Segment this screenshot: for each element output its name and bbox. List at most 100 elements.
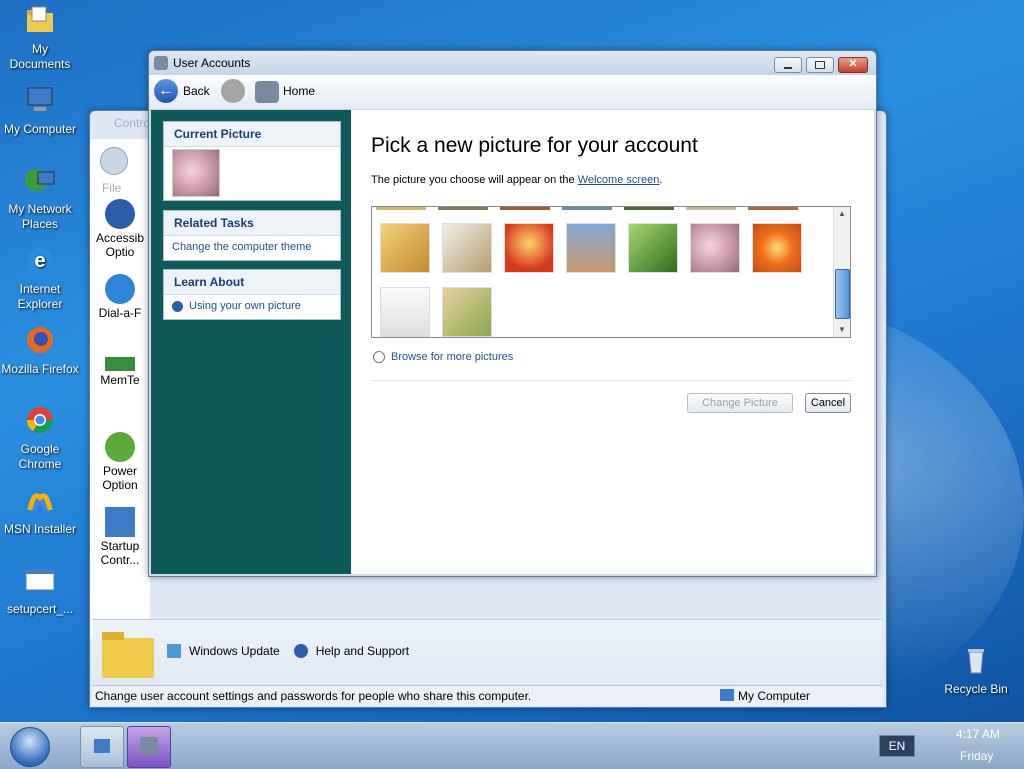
gallery-scrollbar[interactable]: ▲ ▼ xyxy=(833,207,850,337)
scroll-thumb[interactable] xyxy=(835,269,850,319)
related-tasks-panel: Related Tasks Change the computer theme xyxy=(163,210,341,261)
svg-text:e: e xyxy=(34,250,45,272)
current-picture-header: Current Picture xyxy=(164,122,340,147)
cancel-button[interactable]: Cancel xyxy=(805,393,851,413)
cp-item-accessibility[interactable]: Accessib Optio xyxy=(90,199,150,274)
desktop-icon-label: Recycle Bin xyxy=(944,682,1008,696)
learn-about-header: Learn About xyxy=(164,270,340,295)
picture-silhouette[interactable] xyxy=(504,223,554,273)
help-support-link[interactable]: Help and Support xyxy=(316,644,409,658)
home-icon xyxy=(255,81,279,103)
user-accounts-window[interactable]: User Accounts ✕ ← Back Home Current Pict… xyxy=(148,50,877,577)
ie-icon: e xyxy=(28,248,52,272)
desktop-icon-setupcert[interactable]: setupcert_... xyxy=(0,564,80,617)
desktop-icon-label: Internet Explorer xyxy=(17,282,63,311)
control-panel-icon xyxy=(94,739,110,753)
desktop-icon-label: My Network Places xyxy=(8,202,72,231)
cp-item-memtest[interactable]: MemTe xyxy=(90,357,150,432)
desktop-icon-label: My Computer xyxy=(3,122,77,136)
power-icon xyxy=(105,432,135,462)
desktop-icon-msn-installer[interactable]: MSN Installer xyxy=(0,484,80,537)
gear-icon xyxy=(105,274,135,304)
cp-item-dial[interactable]: Dial-a-F xyxy=(90,274,150,349)
picture-bass-clef[interactable] xyxy=(380,223,430,273)
cp-item-power[interactable]: Power Option xyxy=(90,432,150,507)
desktop-icon-my-computer[interactable]: My Computer xyxy=(0,84,80,137)
picture-gallery[interactable]: ▲ ▼ xyxy=(371,206,851,338)
user-accounts-icon xyxy=(154,56,168,70)
home-button[interactable]: Home xyxy=(283,84,315,98)
start-button[interactable] xyxy=(10,727,50,767)
navigation-bar: ← Back Home xyxy=(149,75,876,110)
cp-item-label: Dial-a-F xyxy=(98,306,142,320)
current-picture-panel: Current Picture xyxy=(163,121,341,201)
desktop-icon-my-documents[interactable]: My Documents xyxy=(0,4,80,72)
forward-arrow-icon xyxy=(221,79,245,103)
minimize-button[interactable] xyxy=(774,57,802,73)
browse-pictures-link[interactable]: Browse for more pictures xyxy=(391,351,513,363)
status-location: My Computer xyxy=(738,689,811,703)
scroll-down-arrow-icon[interactable]: ▼ xyxy=(834,323,850,337)
desktop-icon-label: setupcert_... xyxy=(6,602,74,616)
learn-about-panel: Learn About Using your own picture xyxy=(163,269,341,320)
description-text: The picture you choose will appear on th… xyxy=(371,174,575,186)
welcome-screen-link[interactable]: Welcome screen xyxy=(578,174,660,186)
picture-daisy[interactable] xyxy=(752,223,802,273)
window-title: User Accounts xyxy=(173,56,251,70)
desktop-icon-label: Google Chrome xyxy=(18,442,62,471)
desktop-icon-chrome[interactable]: Google Chrome xyxy=(0,404,80,472)
page-title: Pick a new picture for your account xyxy=(371,134,698,157)
cp-item-label: Power Option xyxy=(102,464,138,492)
network-icon xyxy=(25,169,55,191)
recycle-bin-icon xyxy=(968,649,984,674)
clock-day: Friday xyxy=(960,749,994,763)
change-picture-button[interactable]: Change Picture xyxy=(687,393,793,413)
picture-bridge[interactable] xyxy=(566,223,616,273)
desktop-icon-label: My Documents xyxy=(9,42,71,71)
firefox-icon xyxy=(27,327,53,353)
taskbar-control-panel[interactable] xyxy=(80,726,124,768)
change-theme-link[interactable]: Change the computer theme xyxy=(164,236,340,258)
clock-time[interactable]: 4:17 AM xyxy=(956,727,1000,741)
picture-leaf[interactable] xyxy=(628,223,678,273)
cp-item-startup[interactable]: Startup Contr... xyxy=(90,507,150,582)
taskbar-user-accounts[interactable] xyxy=(127,726,171,768)
status-bar: Change user account settings and passwor… xyxy=(92,685,882,706)
scroll-up-arrow-icon[interactable]: ▲ xyxy=(834,207,850,221)
language-indicator[interactable]: EN xyxy=(879,735,915,757)
folder-icon xyxy=(27,6,53,32)
picture-skateboarder[interactable] xyxy=(380,287,430,337)
control-panel-items: Accessib Optio Dial-a-F MemTe Power Opti… xyxy=(90,199,150,582)
divider xyxy=(371,380,851,381)
windows-update-link[interactable]: Windows Update xyxy=(189,644,280,658)
picture-roses[interactable] xyxy=(690,223,740,273)
memory-icon xyxy=(105,357,135,371)
desktop-icon-label: Mozilla Firefox xyxy=(1,362,79,376)
maximize-button[interactable] xyxy=(806,57,834,73)
chrome-icon xyxy=(26,407,54,434)
main-content: Pick a new picture for your account The … xyxy=(351,110,874,574)
taskbar: EN 4:17 AM Friday xyxy=(0,722,1024,769)
folder-icon xyxy=(102,632,154,678)
desktop-icon-recycle-bin[interactable]: Recycle Bin xyxy=(936,644,1016,697)
description-suffix: . xyxy=(659,174,663,186)
menu-file[interactable]: File xyxy=(102,181,121,195)
current-picture-thumb xyxy=(172,149,220,197)
desktop-icon-network-places[interactable]: My Network Places xyxy=(0,164,80,232)
back-button[interactable]: Back xyxy=(183,84,210,98)
browse-row: Browse for more pictures xyxy=(373,351,513,363)
picture-chameleon[interactable] xyxy=(442,287,492,337)
back-arrow-icon[interactable] xyxy=(100,147,128,175)
side-panel: Current Picture Related Tasks Change the… xyxy=(151,110,351,574)
using-own-picture-link[interactable]: Using your own picture xyxy=(164,295,340,317)
desktop-icon-firefox[interactable]: Mozilla Firefox xyxy=(0,324,80,377)
help-icon xyxy=(172,300,183,312)
picture-horses[interactable] xyxy=(442,223,492,273)
windows-update-icon xyxy=(167,644,181,658)
picture-row-top-edge xyxy=(376,207,816,210)
close-button[interactable]: ✕ xyxy=(838,57,868,73)
back-arrow-icon[interactable]: ← xyxy=(154,79,178,103)
desktop-icon-internet-explorer[interactable]: e Internet Explorer xyxy=(0,244,80,312)
title-bar[interactable]: User Accounts ✕ xyxy=(149,51,876,75)
status-text: Change user account settings and passwor… xyxy=(95,689,532,703)
